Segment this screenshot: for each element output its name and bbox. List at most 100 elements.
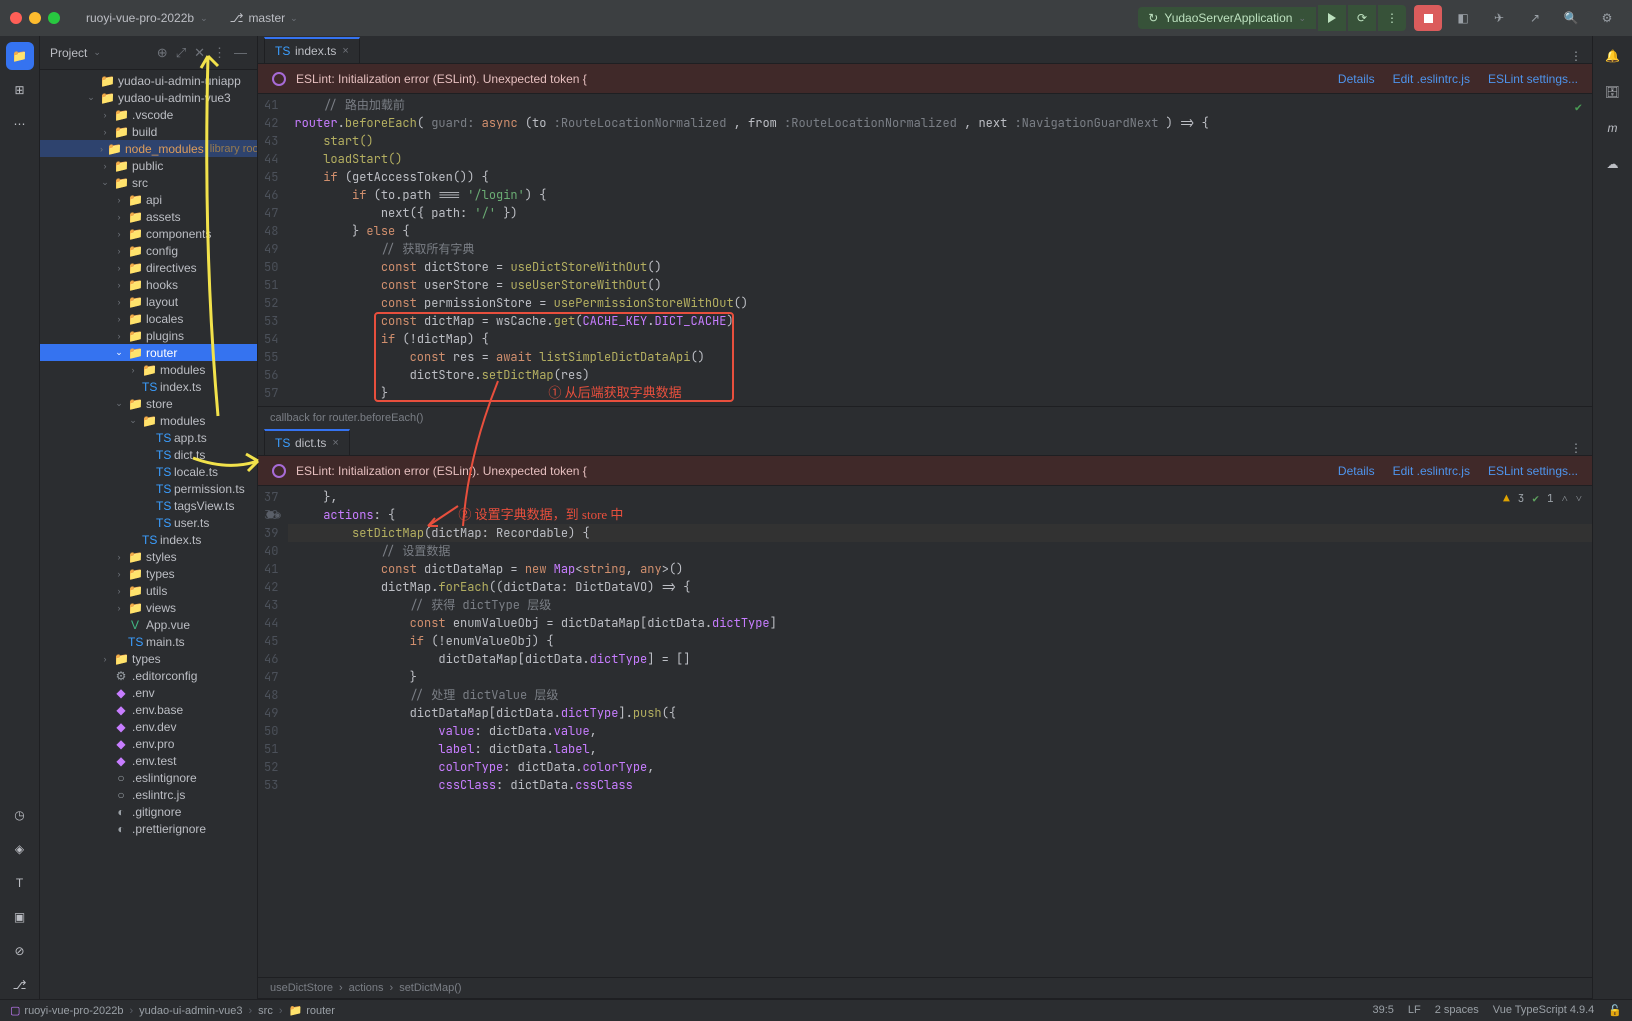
code-with-me-icon[interactable]: ◧: [1448, 5, 1478, 31]
eslint-edit-link[interactable]: Edit .eslintrc.js: [1393, 464, 1470, 478]
inspection-ok-icon[interactable]: ✔: [1575, 98, 1582, 116]
terminal-icon[interactable]: ▣: [6, 903, 34, 931]
stopwatch-icon[interactable]: ◷: [6, 801, 34, 829]
text-icon[interactable]: T: [6, 869, 34, 897]
language-info[interactable]: Vue TypeScript 4.9.4: [1493, 1004, 1595, 1017]
tab-dict-ts[interactable]: TS dict.ts ×: [264, 429, 350, 455]
search-icon[interactable]: 🔍: [1556, 5, 1586, 31]
vcs-branch[interactable]: ⎇ master ⌄: [224, 7, 304, 29]
problems-icon[interactable]: ⊘: [6, 937, 34, 965]
sidebar-header: Project ⌄ ⊕ ⤢ ✕ ⋮ —: [40, 36, 257, 70]
caret-position[interactable]: 39:5: [1372, 1004, 1393, 1017]
stop-button[interactable]: [1414, 5, 1442, 31]
run-config-name: YudaoServerApplication: [1164, 11, 1292, 25]
eslint-banner: ESLint: Initialization error (ESLint). U…: [258, 64, 1592, 94]
breadcrumb-item[interactable]: yudao-ui-admin-vue3: [139, 1005, 242, 1017]
eslint-message: ESLint: Initialization error (ESLint). U…: [296, 464, 587, 478]
branch-icon: ⎇: [230, 11, 244, 25]
close-icon[interactable]: [10, 12, 22, 24]
debug-button[interactable]: ⟳: [1348, 5, 1376, 31]
tabs-more-icon[interactable]: ⋮: [1560, 441, 1592, 455]
project-name: ruoyi-vue-pro-2022b: [86, 11, 194, 25]
eslint-icon: [272, 72, 286, 86]
maven-icon[interactable]: m: [1599, 114, 1627, 142]
options-icon[interactable]: ⋮: [213, 45, 226, 61]
editor-top[interactable]: 4142434445464748495051525354555657 ✔ // …: [258, 94, 1592, 406]
annotation-text-2: ② 设置字典数据，到 store 中: [458, 506, 623, 524]
maximize-icon[interactable]: [48, 12, 60, 24]
eslint-banner-bottom: ESLint: Initialization error (ESLint). U…: [258, 456, 1592, 486]
run-more-button[interactable]: ⋮: [1378, 5, 1406, 31]
editor-tabs-bottom: TS dict.ts × ⋮: [258, 428, 1592, 456]
project-selector[interactable]: ruoyi-vue-pro-2022b ⌄: [78, 7, 216, 29]
indent-info[interactable]: 2 spaces: [1435, 1004, 1479, 1017]
branch-name: master: [248, 11, 285, 25]
tab-label: dict.ts: [295, 436, 326, 450]
close-icon[interactable]: ×: [342, 45, 348, 57]
folder-icon: ▢: [10, 1004, 20, 1017]
chevron-up-icon[interactable]: ˄: [1562, 490, 1568, 508]
settings-icon[interactable]: ⚙: [1592, 5, 1622, 31]
chevron-down-icon: ⌄: [290, 13, 298, 24]
sidebar-title: Project: [50, 46, 87, 60]
project-sidebar: Project ⌄ ⊕ ⤢ ✕ ⋮ — 📁yudao-ui-admin-unia…: [40, 36, 258, 999]
readonly-icon[interactable]: 🔓: [1608, 1004, 1622, 1017]
ok-icon: ✔: [1532, 490, 1539, 508]
folder-icon: 📁: [289, 1004, 303, 1017]
minimize-icon[interactable]: [29, 12, 41, 24]
eslint-edit-link[interactable]: Edit .eslintrc.js: [1393, 72, 1470, 86]
ts-icon: TS: [275, 44, 289, 58]
bookmark-icon[interactable]: ◈: [6, 835, 34, 863]
chevron-down-icon: ⌄: [1298, 13, 1306, 24]
collapse-icon[interactable]: ✕: [194, 45, 205, 61]
annotation-text-1: ① 从后端获取字典数据: [548, 384, 681, 402]
close-icon[interactable]: ×: [332, 437, 338, 449]
status-bar: ▢ ruoyi-vue-pro-2022b› yudao-ui-admin-vu…: [0, 999, 1632, 1021]
chevron-down-icon[interactable]: ⌄: [93, 47, 101, 58]
breadcrumb-item[interactable]: src: [258, 1005, 273, 1017]
tool-window-bar-right: 🔔 🗄 m ☁: [1592, 36, 1632, 999]
ts-icon: TS: [275, 436, 289, 450]
updates2-icon[interactable]: ↗: [1520, 5, 1550, 31]
vcs-icon[interactable]: ⎇: [6, 971, 34, 999]
chevron-down-icon[interactable]: ˅: [1576, 490, 1582, 508]
structure-tool-button[interactable]: ⊞: [6, 76, 34, 104]
tool-window-bar-left: 📁 ⊞ ⋯ ◷ ◈ T ▣ ⊘ ⎇: [0, 36, 40, 999]
window-controls: [10, 12, 60, 24]
titlebar: ruoyi-vue-pro-2022b ⌄ ⎇ master ⌄ ↻ Yudao…: [0, 0, 1632, 36]
breadcrumb-item[interactable]: ruoyi-vue-pro-2022b: [24, 1005, 123, 1017]
inspection-badges[interactable]: ▲3 ✔1 ˄˅: [1503, 490, 1582, 508]
tab-label: index.ts: [295, 44, 336, 58]
updates-icon[interactable]: ✈: [1484, 5, 1514, 31]
tree-router-folder: 📁router: [40, 344, 257, 361]
run-icon: ↻: [1148, 11, 1158, 25]
tab-index-ts[interactable]: TS index.ts ×: [264, 37, 360, 63]
eslint-icon: [272, 464, 286, 478]
project-tool-button[interactable]: 📁: [6, 42, 34, 70]
tabs-more-icon[interactable]: ⋮: [1560, 49, 1592, 63]
warning-icon: ▲: [1503, 490, 1510, 508]
expand-icon[interactable]: ⤢: [176, 45, 186, 61]
database-icon[interactable]: 🗄: [1599, 78, 1627, 106]
locate-icon[interactable]: ⊕: [157, 45, 168, 61]
run-button[interactable]: [1318, 5, 1346, 31]
context-info-top: callback for router.beforeEach(): [258, 406, 1592, 428]
chevron-down-icon: ⌄: [200, 13, 208, 24]
eslint-details-link[interactable]: Details: [1338, 464, 1375, 478]
eslint-settings-link[interactable]: ESLint settings...: [1488, 464, 1578, 478]
editor-area: TS index.ts × ⋮ ESLint: Initialization e…: [258, 36, 1592, 999]
eslint-message: ESLint: Initialization error (ESLint). U…: [296, 72, 587, 86]
breadcrumb-bottom[interactable]: useDictStore› actions› setDictMap(): [258, 977, 1592, 999]
more-tool-button[interactable]: ⋯: [6, 110, 34, 138]
breadcrumb-item[interactable]: router: [306, 1005, 335, 1017]
eslint-settings-link[interactable]: ESLint settings...: [1488, 72, 1578, 86]
eslint-details-link[interactable]: Details: [1338, 72, 1375, 86]
hide-icon[interactable]: —: [234, 45, 247, 61]
editor-bottom[interactable]: 37⬣◉38 394041424344454647484950515253 ▲3…: [258, 486, 1592, 977]
file-tree[interactable]: 📁yudao-ui-admin-uniapp 📁yudao-ui-admin-v…: [40, 70, 257, 999]
notifications-icon[interactable]: 🔔: [1599, 42, 1627, 70]
line-separator[interactable]: LF: [1408, 1004, 1421, 1017]
ai-icon[interactable]: ☁: [1599, 150, 1627, 178]
editor-tabs-top: TS index.ts × ⋮: [258, 36, 1592, 64]
run-config-selector[interactable]: ↻ YudaoServerApplication ⌄: [1138, 7, 1316, 29]
